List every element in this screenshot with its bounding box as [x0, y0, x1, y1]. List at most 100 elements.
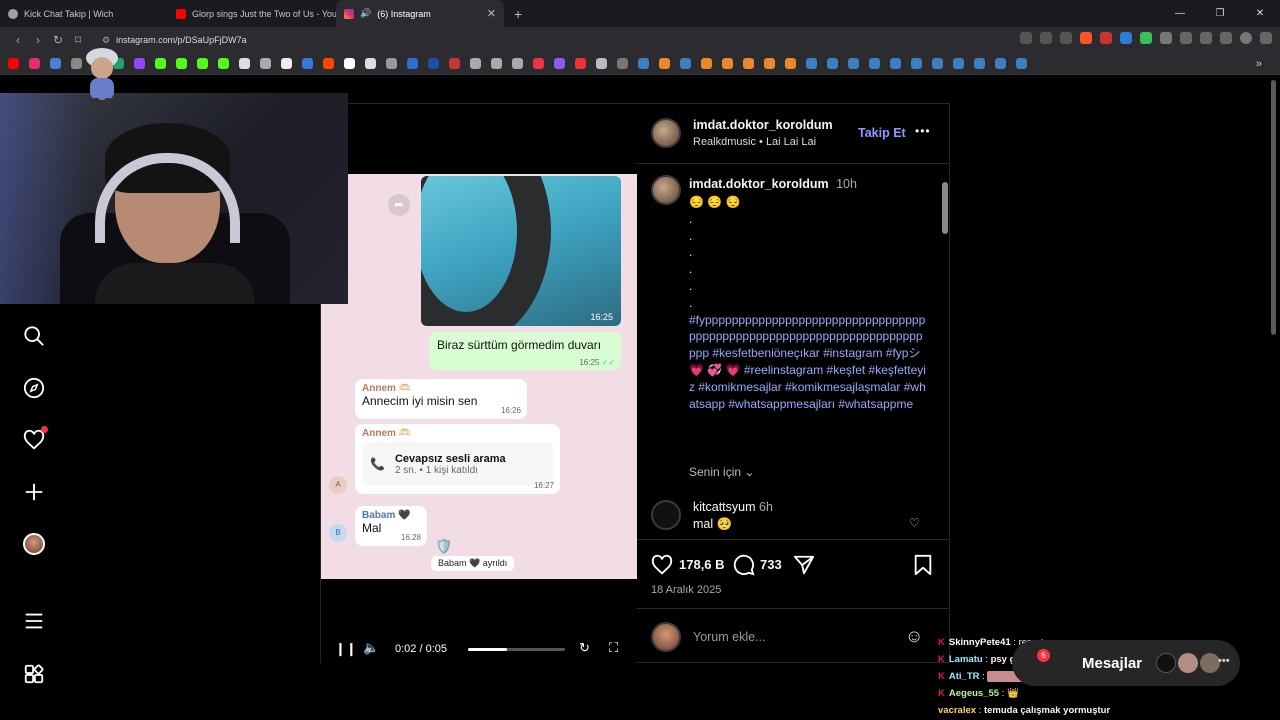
tab-instagram[interactable]: 🔊 (6) Instagram ✕ [336, 0, 504, 27]
steam-bookmark-icon[interactable] [827, 58, 838, 69]
bookmark-icon[interactable] [407, 58, 418, 69]
caption-author[interactable]: imdat.doktor_koroldum 10h [689, 177, 857, 191]
twitch-bookmark-icon[interactable] [134, 58, 145, 69]
share-icon[interactable] [1060, 32, 1072, 44]
likes-count[interactable]: 178,6 B [679, 557, 725, 572]
emoji-picker-icon[interactable]: ☺ [905, 626, 923, 647]
bookmark-icon[interactable] [554, 58, 565, 69]
save-bookmark-icon[interactable] [913, 554, 933, 576]
author-avatar[interactable] [651, 118, 681, 148]
folder-icon[interactable] [617, 58, 628, 69]
steam-bookmark-icon[interactable] [890, 58, 901, 69]
kick-bookmark-icon[interactable] [176, 58, 187, 69]
video-progress-bar[interactable] [468, 648, 565, 651]
reload-icon[interactable]: ↻ [48, 33, 68, 47]
kick-bookmark-icon[interactable] [197, 58, 208, 69]
kick-bookmark-icon[interactable] [155, 58, 166, 69]
more-options-icon[interactable]: ••• [915, 124, 931, 138]
steam-bookmark-icon[interactable] [932, 58, 943, 69]
new-tab-button[interactable]: + [514, 6, 522, 22]
bookmark-icon[interactable] [575, 58, 586, 69]
steam-bookmark-icon[interactable] [680, 58, 691, 69]
also-from-meta-icon[interactable] [22, 662, 46, 686]
back-icon[interactable]: ‹ [8, 33, 28, 47]
tab-youtube[interactable]: Glorp sings Just the Two of Us - YouTube [168, 0, 336, 27]
bookmark-icon[interactable] [386, 58, 397, 69]
reel-video-player[interactable]: ➦ 16:25 Biraz sürttüm görmedim duvarı 16… [321, 104, 637, 664]
scroll-thumb[interactable] [942, 182, 948, 234]
tab-kick-chat[interactable]: Kick Chat Takip | Wich [0, 0, 168, 27]
fullscreen-icon[interactable]: ⛶ [609, 640, 618, 656]
comment-input[interactable]: Yorum ekle... [693, 630, 766, 644]
volume-icon[interactable]: 🔈 [363, 640, 379, 656]
explore-compass-icon[interactable] [22, 376, 46, 400]
create-plus-icon[interactable] [22, 480, 46, 504]
menu-hamburger-icon[interactable] [22, 609, 46, 633]
comments-count[interactable]: 733 [760, 557, 782, 572]
search-icon[interactable] [22, 324, 46, 348]
x-bookmark-icon[interactable] [281, 58, 292, 69]
pause-icon[interactable]: ❙❙ [335, 641, 357, 657]
more-bookmarks-icon[interactable]: » [1256, 58, 1262, 70]
extension-icon[interactable] [1160, 32, 1172, 44]
bookmark-icon[interactable] [785, 58, 796, 69]
bookmark-icon[interactable] [533, 58, 544, 69]
profile-avatar[interactable] [22, 532, 46, 556]
caption-hashtags[interactable]: #fyppppppppppppppppppppppppppppppppppppp… [689, 312, 929, 413]
reddit-bookmark-icon[interactable] [323, 58, 334, 69]
youtube-bookmark-icon[interactable] [8, 58, 19, 69]
zoom-icon[interactable] [1020, 32, 1032, 44]
follow-button[interactable]: Takip Et [858, 126, 906, 140]
bookmark-icon[interactable] [722, 58, 733, 69]
bookmark-icon[interactable] [365, 58, 376, 69]
bookmark-icon[interactable] [512, 58, 523, 69]
messages-button[interactable]: Mesajlar ••• [1012, 640, 1240, 686]
bookmark-icon[interactable] [344, 58, 355, 69]
steam-bookmark-icon[interactable] [806, 58, 817, 69]
instagram-bookmark-icon[interactable] [29, 58, 40, 69]
close-tab-icon[interactable]: ✕ [487, 7, 496, 20]
author-username[interactable]: imdat.doktor_koroldum [693, 118, 833, 132]
audio-info[interactable]: Realkdmusic • Lai Lai Lai [693, 136, 816, 148]
notifications-heart-icon[interactable] [22, 426, 48, 452]
steam-bookmark-icon[interactable] [638, 58, 649, 69]
extension-icon[interactable] [1100, 32, 1112, 44]
extension-icon[interactable] [1140, 32, 1152, 44]
puzzle-icon[interactable] [1180, 32, 1192, 44]
bookmark-icon[interactable] [260, 58, 271, 69]
restore-icon[interactable]: ❐ [1200, 0, 1240, 27]
forward-icon[interactable]: › [28, 33, 48, 47]
extension-icon[interactable] [1120, 32, 1132, 44]
brave-shield-icon[interactable] [1080, 32, 1092, 44]
more-icon[interactable]: ••• [1218, 655, 1230, 667]
steam-bookmark-icon[interactable] [869, 58, 880, 69]
steam-bookmark-icon[interactable] [953, 58, 964, 69]
share-send-icon[interactable] [793, 554, 815, 576]
bookmark-icon[interactable] [428, 58, 439, 69]
bookmark-icon[interactable] [659, 58, 670, 69]
loop-icon[interactable]: ↻ [579, 640, 590, 656]
steam-bookmark-icon[interactable] [1016, 58, 1027, 69]
comment-author[interactable]: kitcattsyum 6h [693, 500, 773, 514]
bookmark-icon[interactable] [701, 58, 712, 69]
steam-bookmark-icon[interactable] [848, 58, 859, 69]
steam-bookmark-icon[interactable] [911, 58, 922, 69]
minimize-icon[interactable]: — [1160, 0, 1200, 27]
steam-bookmark-icon[interactable] [974, 58, 985, 69]
bookmark-icon[interactable] [470, 58, 481, 69]
translation-toggle[interactable]: Senin için ⌄ [689, 465, 754, 479]
steam-bookmark-icon[interactable] [995, 58, 1006, 69]
bookmark-icon[interactable] [743, 58, 754, 69]
bookmark-icon[interactable] [50, 58, 61, 69]
page-scrollbar[interactable] [1271, 80, 1276, 335]
bookmark-icon[interactable] [239, 58, 250, 69]
comments-scrollbar[interactable] [942, 170, 948, 535]
comment-like-heart-icon[interactable]: ♡ [909, 516, 920, 530]
media-icon[interactable] [1220, 32, 1232, 44]
menu-icon[interactable] [1260, 32, 1272, 44]
close-window-icon[interactable]: ✕ [1240, 0, 1280, 27]
sidebar-toggle-icon[interactable] [1200, 32, 1212, 44]
bookmark-icon[interactable] [764, 58, 775, 69]
caption-author-avatar[interactable] [651, 175, 681, 205]
like-heart-icon[interactable] [651, 554, 673, 576]
